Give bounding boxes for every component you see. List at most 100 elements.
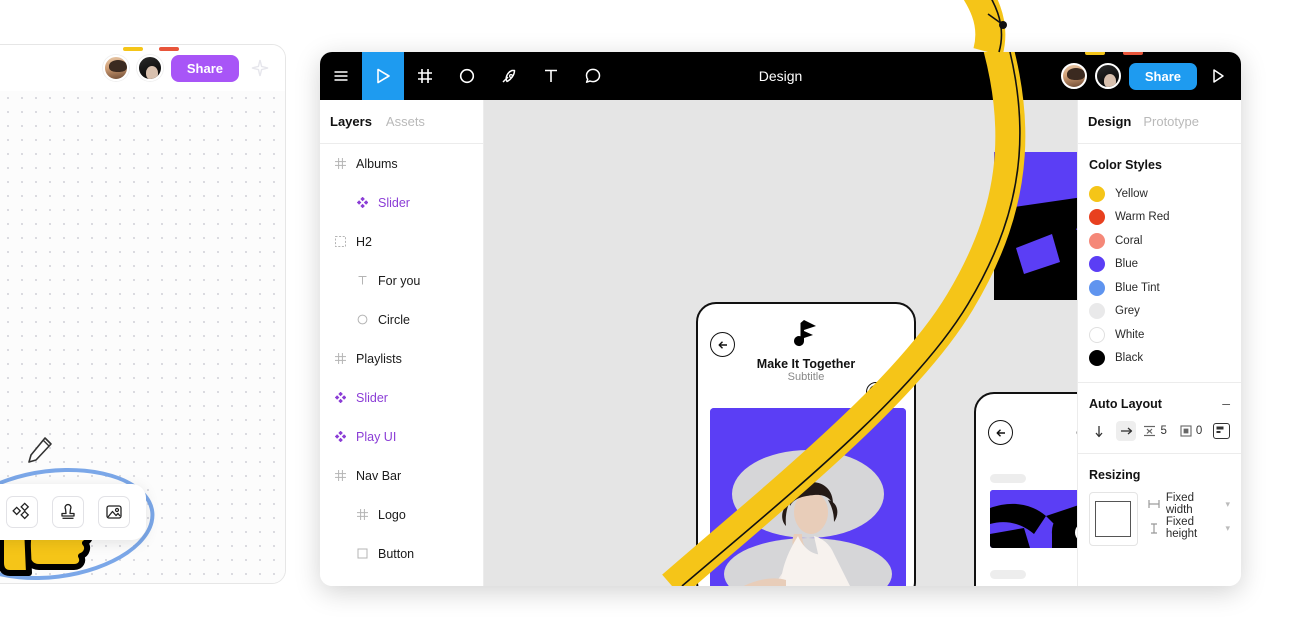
layer-row[interactable]: Slider xyxy=(320,183,483,222)
minus-icon[interactable]: – xyxy=(1222,396,1230,410)
avatar[interactable] xyxy=(1060,63,1087,89)
image-icon[interactable] xyxy=(98,496,130,528)
color-styles-title: Color Styles xyxy=(1089,158,1162,172)
text-icon[interactable] xyxy=(530,52,572,100)
padding-icon xyxy=(1180,425,1192,437)
layer-row[interactable]: Circle xyxy=(320,300,483,339)
frame-icon xyxy=(334,352,347,365)
layer-label: Circle xyxy=(378,312,410,327)
color-style-row[interactable]: Coral xyxy=(1089,229,1230,253)
layer-label: Slider xyxy=(356,390,388,405)
frame-icon xyxy=(356,508,369,521)
fixed-height-row[interactable]: Fixed height ▾ xyxy=(1148,516,1230,540)
chevron-down-icon[interactable]: ▾ xyxy=(1225,523,1230,534)
horizontal-resize-icon xyxy=(1148,499,1160,509)
avatar[interactable] xyxy=(136,55,163,81)
padding-value: 0 xyxy=(1195,425,1203,437)
padding-control[interactable]: 0 xyxy=(1180,425,1202,437)
spacing-icon xyxy=(1143,425,1156,437)
layer-row[interactable]: Logo xyxy=(320,495,483,534)
phone1-toggle[interactable] xyxy=(866,382,900,402)
chevron-down-icon[interactable]: ▾ xyxy=(1225,499,1230,510)
video-card[interactable] xyxy=(990,490,1077,548)
fixed-width-label: Fixed width xyxy=(1165,492,1194,516)
stamp-icon[interactable] xyxy=(52,496,84,528)
layer-row[interactable]: Button xyxy=(320,534,483,573)
auto-layout-title: Auto Layout xyxy=(1089,397,1162,411)
layer-row[interactable]: Slider xyxy=(320,378,483,417)
skeleton-label xyxy=(990,474,1026,483)
color-style-row[interactable]: Grey xyxy=(1089,300,1230,324)
color-style-row[interactable]: Warm Red xyxy=(1089,206,1230,230)
share-button[interactable]: Share xyxy=(170,54,239,82)
color-style-row[interactable]: Yellow xyxy=(1089,182,1230,206)
avatar[interactable] xyxy=(102,55,129,81)
fixed-height-label: Fixed height xyxy=(1165,516,1198,540)
arrow-right-icon[interactable] xyxy=(1116,421,1137,441)
cursor-icon[interactable] xyxy=(362,52,404,100)
color-style-name: White xyxy=(1115,328,1145,341)
fixed-width-row[interactable]: Fixed width ▾ xyxy=(1148,492,1230,516)
topbar-right-group: Share xyxy=(1060,52,1231,100)
layer-row[interactable]: Nav Bar xyxy=(320,456,483,495)
back-arrow-icon[interactable] xyxy=(710,332,735,357)
layer-row[interactable]: H2 xyxy=(320,222,483,261)
design-app-window[interactable]: Design Share Layers Assets Albums Slider… xyxy=(320,52,1241,586)
phone-mockup-2[interactable]: Op Op xyxy=(974,392,1077,586)
frame-icon[interactable] xyxy=(404,52,446,100)
color-style-row[interactable]: Blue Tint xyxy=(1089,276,1230,300)
sparkle-icon[interactable] xyxy=(247,55,273,81)
avatar[interactable] xyxy=(1094,63,1121,89)
design-canvas[interactable]: Headline NEW! xyxy=(484,100,1077,586)
align-icon[interactable] xyxy=(1213,423,1230,439)
layer-row[interactable]: Playlists xyxy=(320,339,483,378)
app-toolbar: Design Share xyxy=(320,52,1241,100)
color-style-name: Blue Tint xyxy=(1115,281,1160,294)
tab-design[interactable]: Design xyxy=(1088,114,1131,129)
color-style-row[interactable]: Black xyxy=(1089,347,1230,371)
share-button[interactable]: Share xyxy=(1128,62,1197,90)
auto-layout-controls: 5 0 xyxy=(1089,421,1230,441)
collab-cursor-tab-yellow xyxy=(1084,52,1105,55)
pen-icon[interactable] xyxy=(488,52,530,100)
color-swatch xyxy=(1089,256,1105,273)
resizing-title: Resizing xyxy=(1089,468,1141,482)
layer-row[interactable]: Play UI xyxy=(320,417,483,456)
tab-prototype[interactable]: Prototype xyxy=(1143,114,1199,129)
phone1-hero-photo xyxy=(710,408,906,586)
layer-row[interactable]: For you xyxy=(320,261,483,300)
left-floating-toolbar[interactable] xyxy=(0,484,146,540)
layer-label: Play UI xyxy=(356,429,397,444)
back-arrow-icon[interactable] xyxy=(988,420,1013,445)
resizing-section: Resizing Fixed width ▾ Fixed height ▾ xyxy=(1078,454,1241,558)
tab-layers[interactable]: Layers xyxy=(330,114,372,129)
arrow-down-icon[interactable] xyxy=(1089,421,1109,441)
color-style-row[interactable]: White xyxy=(1089,323,1230,347)
rect-icon xyxy=(356,547,369,560)
layer-label: H2 xyxy=(356,234,372,249)
color-style-name: Warm Red xyxy=(1115,211,1170,224)
spacing-value: 5 xyxy=(1160,425,1167,437)
ellipse-icon xyxy=(356,313,369,326)
shapes-icon[interactable] xyxy=(6,496,38,528)
spacing-control[interactable]: 5 xyxy=(1143,425,1167,437)
phone-mockup-1[interactable]: Make It Together Subtitle xyxy=(696,302,916,586)
present-play-icon[interactable] xyxy=(1205,63,1231,89)
color-style-name: Yellow xyxy=(1115,187,1148,200)
resize-preview-box[interactable] xyxy=(1089,492,1138,546)
color-style-row[interactable]: Blue xyxy=(1089,253,1230,277)
artboard-purple-artwork[interactable] xyxy=(994,152,1077,300)
layer-label: Button xyxy=(378,546,415,561)
group-icon xyxy=(334,235,347,248)
color-swatch xyxy=(1089,185,1105,202)
menu-icon[interactable] xyxy=(320,52,362,100)
color-style-name: Blue xyxy=(1115,258,1139,271)
layer-row[interactable]: Albums xyxy=(320,144,483,183)
ellipse-icon[interactable] xyxy=(446,52,488,100)
collab-cursor-tab-red xyxy=(159,47,179,51)
phone1-text-block: Make It Together Subtitle xyxy=(698,357,914,383)
frame-icon xyxy=(334,157,347,170)
panel-tabs: Layers Assets xyxy=(320,100,483,144)
comment-icon[interactable] xyxy=(572,52,614,100)
tab-assets[interactable]: Assets xyxy=(386,114,425,129)
